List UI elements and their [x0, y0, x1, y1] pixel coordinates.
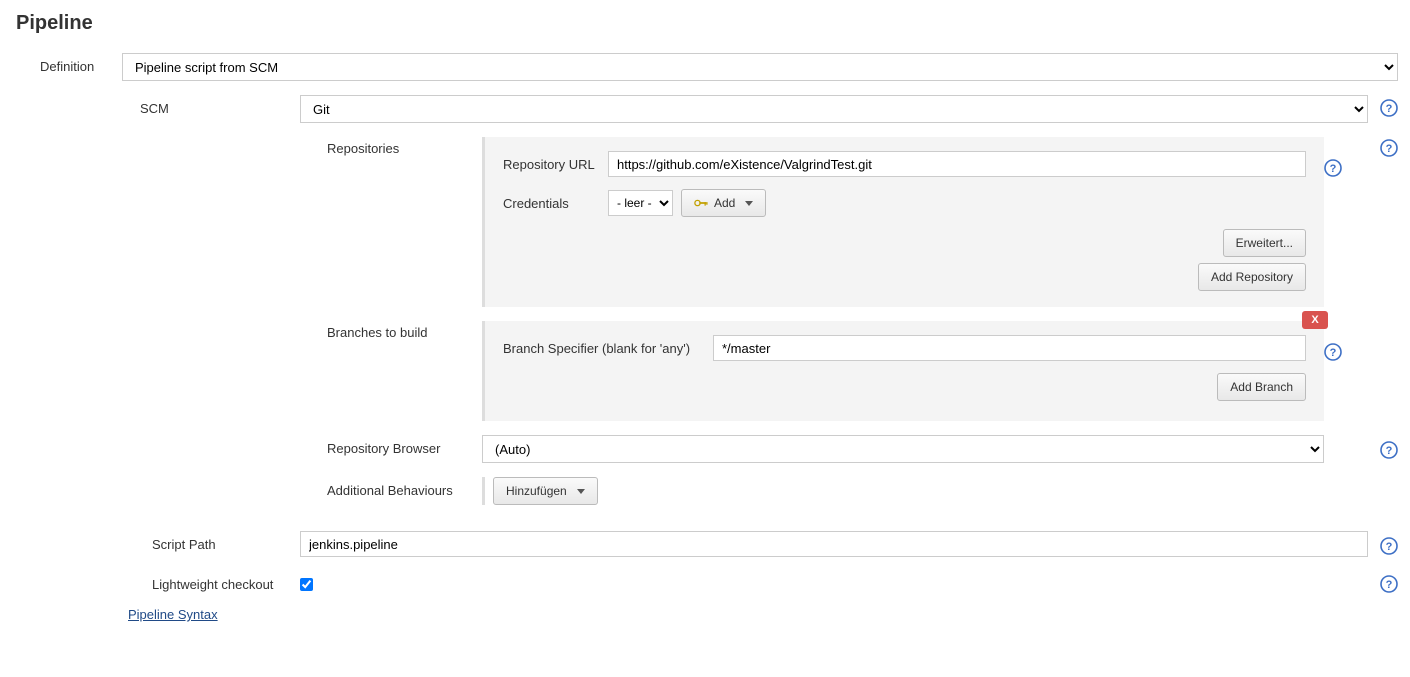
lightweight-checkout-label: Lightweight checkout	[12, 571, 300, 592]
additional-behaviours-label: Additional Behaviours	[12, 477, 472, 498]
delete-branch-button[interactable]: X	[1302, 311, 1328, 329]
repositories-label: Repositories	[12, 137, 472, 156]
add-behaviour-button[interactable]: Hinzufügen	[493, 477, 598, 505]
help-icon[interactable]	[1380, 575, 1398, 593]
add-branch-button[interactable]: Add Branch	[1217, 373, 1306, 401]
branch-specifier-label: Branch Specifier (blank for 'any')	[503, 341, 713, 356]
repo-browser-select[interactable]: (Auto)	[482, 435, 1324, 463]
add-repository-button[interactable]: Add Repository	[1198, 263, 1306, 291]
scm-select[interactable]: Git	[300, 95, 1368, 123]
help-icon[interactable]	[1380, 537, 1398, 555]
key-icon	[694, 197, 708, 209]
script-path-input[interactable]	[300, 531, 1368, 557]
definition-label: Definition	[12, 53, 122, 74]
chevron-down-icon	[577, 489, 585, 494]
credentials-select[interactable]: - leer -	[608, 190, 673, 216]
script-path-label: Script Path	[12, 531, 300, 552]
pipeline-syntax-link[interactable]: Pipeline Syntax	[128, 607, 218, 622]
branches-label: Branches to build	[12, 321, 472, 340]
help-icon[interactable]	[1380, 441, 1398, 459]
repository-url-label: Repository URL	[503, 157, 608, 172]
repository-url-input[interactable]	[608, 151, 1306, 177]
add-behaviour-label: Hinzufügen	[506, 484, 567, 498]
definition-select[interactable]: Pipeline script from SCM	[122, 53, 1398, 81]
lightweight-checkout-checkbox[interactable]	[300, 578, 313, 591]
chevron-down-icon	[745, 201, 753, 206]
credentials-label: Credentials	[503, 196, 608, 211]
repo-browser-label: Repository Browser	[12, 435, 472, 456]
add-credentials-button[interactable]: Add	[681, 189, 766, 217]
scm-label: SCM	[12, 95, 172, 116]
help-icon[interactable]	[1380, 99, 1398, 117]
section-title: Pipeline	[16, 12, 1398, 35]
branch-specifier-input[interactable]	[713, 335, 1306, 361]
advanced-button[interactable]: Erweitert...	[1223, 229, 1306, 257]
help-icon[interactable]	[1324, 343, 1342, 361]
add-credentials-label: Add	[714, 196, 735, 210]
help-icon[interactable]	[1380, 139, 1398, 157]
help-icon[interactable]	[1324, 159, 1342, 177]
